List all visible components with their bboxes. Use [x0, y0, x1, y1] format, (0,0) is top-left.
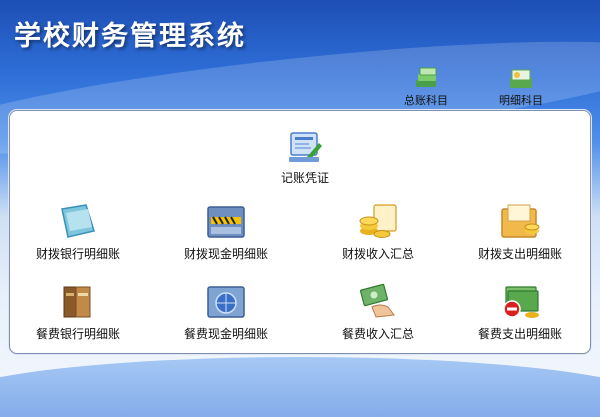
- grid-item-meal-cash[interactable]: 餐费现金明细账: [156, 281, 296, 342]
- main-panel: 记账凭证 财拨银行明细账 财拨现金明细账 财拨收入汇总 财拨支出明细账 餐费银行…: [9, 110, 591, 354]
- grid-item-label: 财拨现金明细账: [183, 247, 268, 261]
- grid-item-label: 财拨收入汇总: [341, 247, 414, 261]
- top-link-label: 明细科目: [499, 94, 543, 107]
- voucher-label: 记账凭证: [280, 171, 329, 185]
- ledger-stack-icon: [416, 67, 437, 87]
- grid-item-meal-income[interactable]: 餐费收入汇总: [308, 281, 448, 342]
- grid-item-label: 餐费支出明细账: [477, 327, 562, 341]
- app-title: 学校财务管理系统: [14, 21, 246, 52]
- grid-item-fiscal-expense[interactable]: 财拨支出明细账: [450, 201, 590, 262]
- app-window: 学校财务管理系统 总账科目 明细科目 记账凭证 财拨银行明细账 财拨现金明细账 …: [0, 0, 600, 417]
- bank-folder-icon: [61, 204, 95, 238]
- grid-item-fiscal-income[interactable]: 财拨收入汇总: [308, 201, 448, 262]
- grid-item-fiscal-bank[interactable]: 财拨银行明细账: [8, 201, 148, 262]
- globe-folder-icon: [207, 286, 245, 318]
- books-icon: [63, 286, 91, 318]
- top-link-label: 总账科目: [404, 94, 448, 107]
- voucher-button[interactable]: 记账凭证: [235, 127, 375, 186]
- expense-folder-icon: [501, 204, 540, 238]
- top-link-detail-ledger[interactable]: 明细科目: [486, 66, 556, 108]
- voucher-icon: [289, 132, 322, 162]
- grid-item-meal-bank[interactable]: 餐费银行明细账: [8, 281, 148, 342]
- coins-income-icon: [359, 204, 397, 238]
- grid-item-fiscal-cash[interactable]: 财拨现金明细账: [156, 201, 296, 262]
- detail-ledger-icon: [510, 69, 532, 88]
- grid-item-label: 餐费银行明细账: [35, 327, 120, 341]
- money-hand-icon: [359, 283, 395, 318]
- grid-item-label: 财拨支出明细账: [477, 247, 562, 261]
- top-link-general-ledger[interactable]: 总账科目: [391, 66, 461, 108]
- grid-item-label: 餐费现金明细账: [183, 327, 268, 341]
- grid-item-meal-expense[interactable]: 餐费支出明细账: [450, 281, 590, 342]
- grid-item-label: 财拨银行明细账: [35, 247, 120, 261]
- cash-folder-icon: [207, 206, 245, 238]
- grid-item-label: 餐费收入汇总: [341, 327, 414, 341]
- cash-minus-icon: [503, 286, 539, 318]
